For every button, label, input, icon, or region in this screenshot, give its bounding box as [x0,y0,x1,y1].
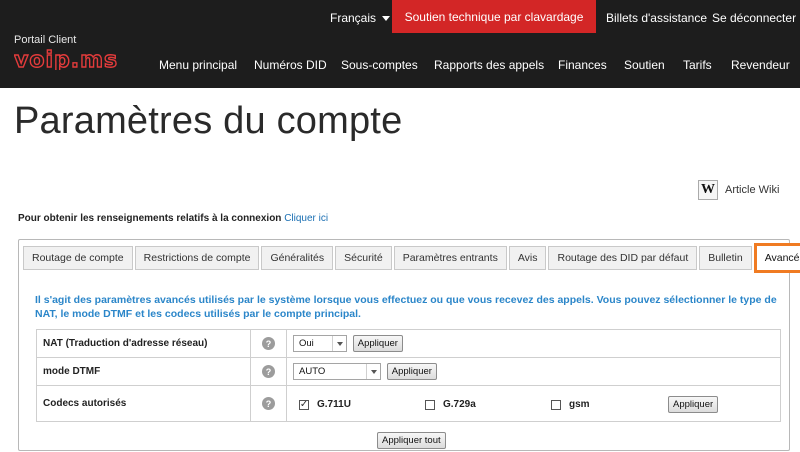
apply-all-button[interactable]: Appliquer tout [377,432,446,449]
nat-select[interactable]: Oui [293,335,347,352]
main-nav: Menu principal Numéros DID Sous-comptes … [0,58,800,74]
nav-reseller[interactable]: Revendeur [731,58,790,72]
help-cell: ? [250,385,287,422]
tab-newsletter[interactable]: Bulletin [699,246,752,270]
tab-account-restrictions[interactable]: Restrictions de compte [134,246,260,270]
tab-default-did-routing[interactable]: Routage des DID par défaut [548,246,698,270]
advanced-description: Il s'agit des paramètres avancés utilisé… [35,294,777,320]
table-row: Codecs autorisés ? ✓ G.711U G.729a gsm A… [36,385,781,422]
language-selector[interactable]: Français [330,11,391,25]
wikipedia-icon: W [698,180,718,200]
chevron-down-icon [366,364,380,379]
tab-inbound-settings[interactable]: Paramètres entrants [393,246,507,270]
nav-rates[interactable]: Tarifs [683,58,712,72]
codecs-value-cell: ✓ G.711U G.729a gsm Appliquer [286,385,781,422]
nav-did-numbers[interactable]: Numéros DID [254,58,327,72]
tab-general[interactable]: Généralités [261,246,334,270]
connection-info-link[interactable]: Cliquer ici [284,213,328,224]
table-row: mode DTMF ? AUTO Appliquer [36,357,781,386]
codec-name: gsm [569,399,590,410]
dtmf-apply-button[interactable]: Appliquer [386,363,437,380]
chat-support-button[interactable]: Soutien technique par clavardage [392,0,596,33]
nav-sub-accounts[interactable]: Sous-comptes [341,58,418,72]
checkbox-checked-icon[interactable]: ✓ [299,399,309,410]
codec-option-gsm[interactable]: gsm [551,399,590,410]
settings-tabs: Routage de compte Restrictions de compte… [23,243,800,273]
nav-support[interactable]: Soutien [624,58,665,72]
connection-info-text: Pour obtenir les renseignements relatifs… [18,213,282,224]
table-row: NAT (Traduction d'adresse réseau) ? Oui … [36,329,781,358]
support-tickets-link[interactable]: Billets d'assistance [606,11,707,25]
help-icon[interactable]: ? [262,397,275,410]
wiki-article-link[interactable]: W Article Wiki [698,180,779,200]
nat-apply-button[interactable]: Appliquer [352,335,403,352]
checkbox-icon[interactable] [425,399,435,410]
top-header: Portail Client voip.ms Français Soutien … [0,0,800,88]
tab-notices[interactable]: Avis [508,246,547,270]
help-cell: ? [250,357,287,386]
advanced-settings-table: NAT (Traduction d'adresse réseau) ? Oui … [36,329,781,422]
connection-info: Pour obtenir les renseignements relatifs… [18,213,328,224]
chevron-down-icon [332,336,346,351]
nat-value-cell: Oui Appliquer [286,329,781,358]
page-title: Paramètres du compte [14,100,403,142]
codecs-apply-button[interactable]: Appliquer [668,396,719,413]
help-cell: ? [250,329,287,358]
codecs-label: Codecs autorisés [36,385,251,422]
help-icon[interactable]: ? [262,365,275,378]
codec-option-g711u[interactable]: ✓ G.711U [299,399,351,410]
portal-label: Portail Client [14,34,77,46]
logout-link[interactable]: Se déconnecter [712,11,796,25]
tab-account-routing[interactable]: Routage de compte [23,246,133,270]
caret-down-icon [382,16,391,22]
dtmf-label: mode DTMF [36,357,251,386]
dtmf-select-value: AUTO [299,366,326,377]
tab-advanced[interactable]: Avancés [753,243,800,273]
nav-call-reports[interactable]: Rapports des appels [434,58,544,72]
nat-select-value: Oui [299,338,314,349]
checkbox-icon[interactable] [551,399,561,410]
nat-label: NAT (Traduction d'adresse réseau) [36,329,251,358]
dtmf-select[interactable]: AUTO [293,363,381,380]
codec-name: G.729a [443,399,476,410]
tab-security[interactable]: Sécurité [335,246,392,270]
settings-panel: Routage de compte Restrictions de compte… [18,239,800,451]
codec-name: G.711U [317,399,351,410]
language-label: Français [330,11,377,25]
nav-finances[interactable]: Finances [558,58,607,72]
codec-option-g729a[interactable]: G.729a [425,399,476,410]
wiki-article-label: Article Wiki [725,184,780,196]
help-icon[interactable]: ? [262,337,275,350]
dtmf-value-cell: AUTO Appliquer [286,357,781,386]
nav-main-menu[interactable]: Menu principal [159,58,237,72]
